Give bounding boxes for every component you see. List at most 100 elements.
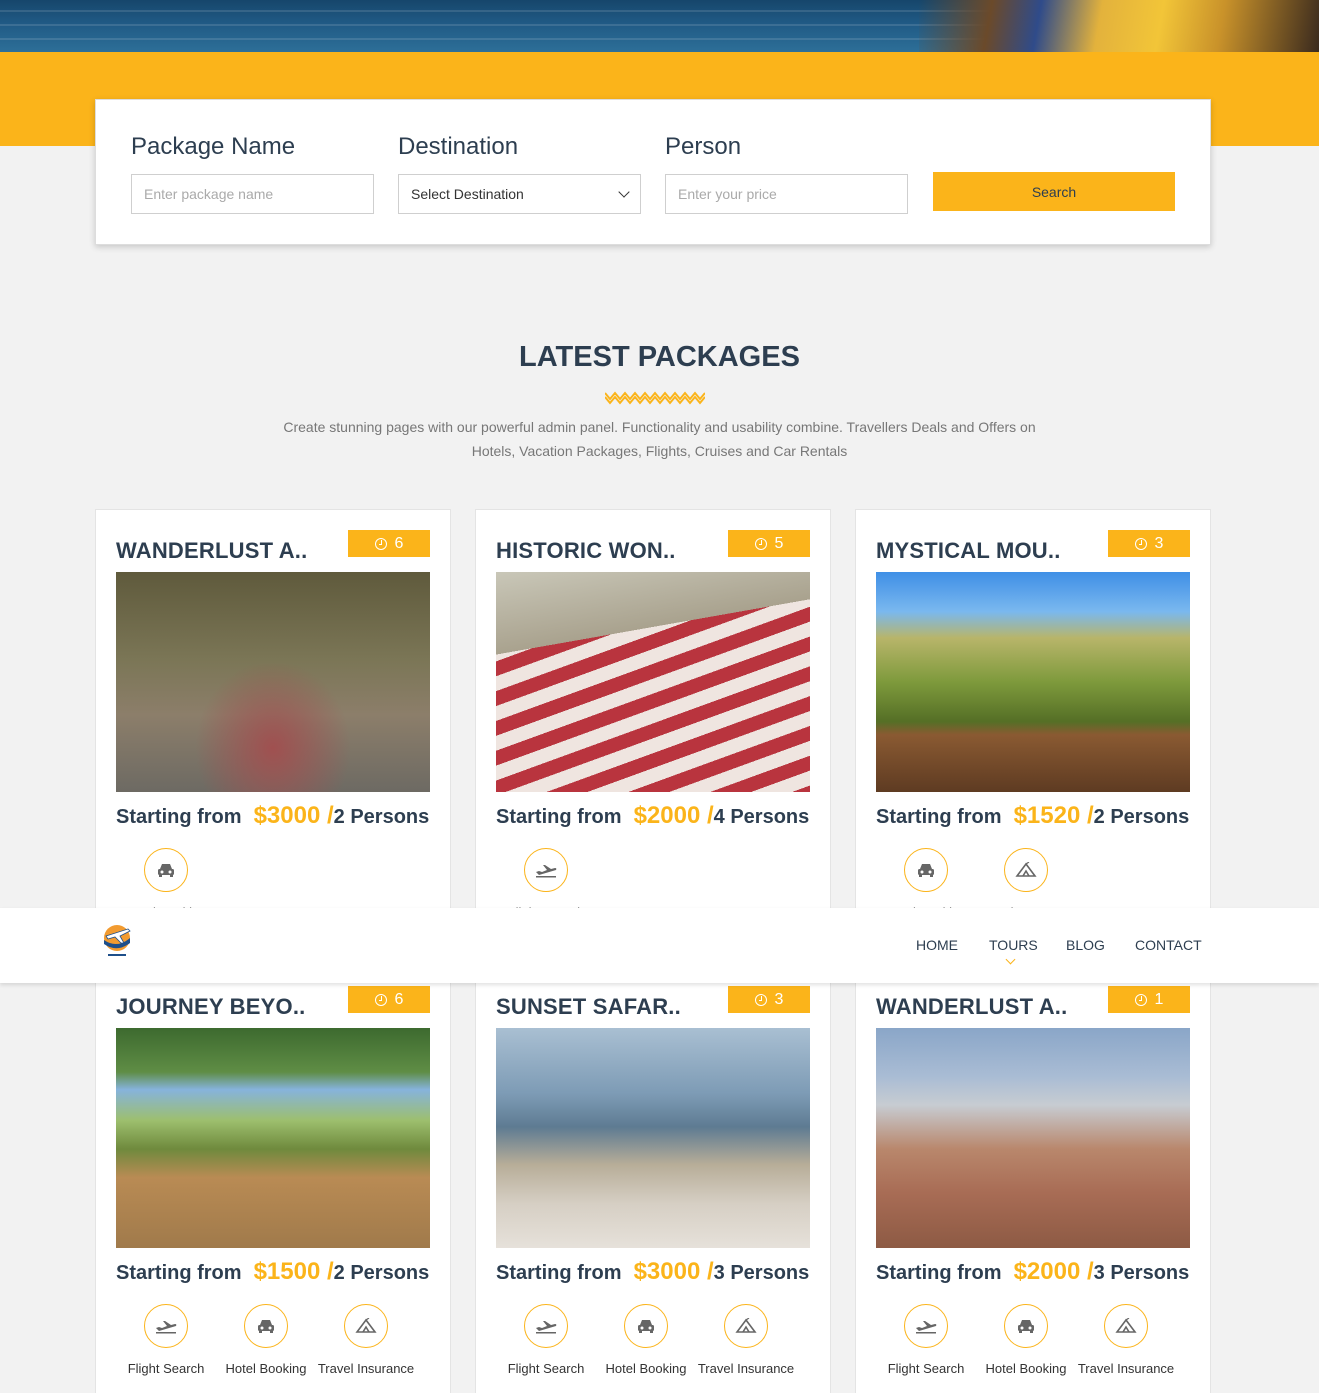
search-button[interactable]: Search xyxy=(933,172,1175,211)
package-card[interactable]: 3 SUNSET SAFAR.. Starting from $3000 /3 Per… xyxy=(475,965,831,1393)
tent-icon xyxy=(724,1304,768,1348)
duration-badge: 3 xyxy=(1108,530,1190,557)
car-icon xyxy=(144,848,188,892)
package-name-label: Package Name xyxy=(131,133,296,160)
plane-icon xyxy=(524,1304,568,1348)
destination-field-group: Destination Select Destination xyxy=(398,132,641,214)
package-photo[interactable] xyxy=(496,1028,810,1248)
nav-home[interactable]: HOME xyxy=(916,937,958,953)
package-price: $3000 / xyxy=(253,802,334,829)
feature-label: Hotel Booking xyxy=(985,1361,1067,1376)
package-title[interactable]: MYSTICAL MOU.. xyxy=(876,538,1061,564)
package-persons: 4 Persons xyxy=(713,806,810,828)
section-description: Create stunning pages with our powerful … xyxy=(283,419,1036,459)
clock-icon xyxy=(1134,537,1147,550)
duration-days: 3 xyxy=(774,990,784,1008)
tent-icon xyxy=(1004,848,1048,892)
duration-badge: 3 xyxy=(728,986,810,1013)
package-features: Flight Search Hotel Booking Travel Insuran… xyxy=(116,1304,430,1376)
person-label: Person xyxy=(665,133,742,160)
package-card[interactable]: 5 HISTORIC WON.. Starting from $2000 /4 Per… xyxy=(475,509,831,969)
starting-from-label: Starting from xyxy=(116,1262,242,1284)
feature-label: Flight Search xyxy=(507,1361,585,1376)
package-photo[interactable] xyxy=(116,1028,430,1248)
feature-label: Travel Insurance xyxy=(317,1361,415,1376)
package-title[interactable]: JOURNEY BEYO.. xyxy=(116,994,305,1020)
price-row: Starting from $2000 /3 Persons xyxy=(876,1258,1189,1290)
price-row: Starting from $3000 /3 Persons xyxy=(496,1258,809,1290)
package-title[interactable]: WANDERLUST A.. xyxy=(116,538,307,564)
plane-icon xyxy=(904,1304,948,1348)
package-card[interactable]: 1 WANDERLUST A.. Starting from $2000 /3 Per… xyxy=(855,965,1211,1393)
price-row: Starting from $1500 /2 Persons xyxy=(116,1258,429,1290)
package-features: Flight Search Hotel Booking Travel Insuran… xyxy=(496,1304,810,1376)
duration-days: 3 xyxy=(1154,534,1164,552)
package-title[interactable]: HISTORIC WON.. xyxy=(496,538,676,564)
chevron-down-icon xyxy=(618,185,630,198)
car-icon xyxy=(244,1304,288,1348)
clock-icon xyxy=(1134,993,1147,1006)
feature-flight-search[interactable]: Flight Search xyxy=(116,1304,216,1376)
feature-label: Flight Search xyxy=(887,1361,965,1376)
duration-badge: 1 xyxy=(1108,986,1190,1013)
package-price: $1520 / xyxy=(1013,802,1094,829)
duration-badge: 6 xyxy=(348,986,430,1013)
car-icon xyxy=(1004,1304,1048,1348)
duration-days: 1 xyxy=(1154,990,1164,1008)
price-row: Starting from $3000 /2 Persons xyxy=(116,802,429,834)
feature-flight-search[interactable]: Flight Search xyxy=(876,1304,976,1376)
nav-contact[interactable]: CONTACT xyxy=(1135,937,1202,953)
package-card[interactable]: 6 JOURNEY BEYO.. Starting from $1500 /2 Per… xyxy=(95,965,451,1393)
clock-icon xyxy=(374,993,387,1006)
chevron-down-icon xyxy=(1005,954,1016,965)
tent-icon xyxy=(1104,1304,1148,1348)
feature-travel-insurance[interactable]: Travel Insurance xyxy=(1076,1304,1176,1376)
feature-hotel-booking[interactable]: Hotel Booking xyxy=(596,1304,696,1376)
hero-image xyxy=(0,0,1319,52)
feature-hotel-booking[interactable]: Hotel Booking xyxy=(976,1304,1076,1376)
feature-label: Hotel Booking xyxy=(225,1361,307,1376)
destination-label: Destination xyxy=(398,133,519,160)
starting-from-label: Starting from xyxy=(116,806,242,828)
plane-icon xyxy=(144,1304,188,1348)
package-price: $1500 / xyxy=(253,1258,334,1285)
nav-tours[interactable]: TOURS xyxy=(989,937,1038,953)
site-logo[interactable] xyxy=(100,923,134,959)
feature-travel-insurance[interactable]: Travel Insurance xyxy=(316,1304,416,1376)
person-field-group: Person xyxy=(665,132,908,214)
starting-from-label: Starting from xyxy=(876,806,1002,828)
package-photo[interactable] xyxy=(876,1028,1190,1248)
package-title[interactable]: WANDERLUST A.. xyxy=(876,994,1067,1020)
package-photo[interactable] xyxy=(876,572,1190,792)
destination-select[interactable]: Select Destination xyxy=(398,174,641,214)
section-title: LATEST PACKAGES xyxy=(519,341,800,373)
package-persons: 3 Persons xyxy=(1093,1262,1190,1284)
feature-travel-insurance[interactable]: Travel Insurance xyxy=(696,1304,796,1376)
nav-blog[interactable]: BLOG xyxy=(1066,937,1105,953)
package-name-input[interactable] xyxy=(131,174,374,214)
package-persons: 3 Persons xyxy=(713,1262,810,1284)
feature-label: Travel Insurance xyxy=(697,1361,795,1376)
package-photo[interactable] xyxy=(116,572,430,792)
feature-label: Flight Search xyxy=(127,1361,205,1376)
package-name-field-group: Package Name xyxy=(131,132,374,214)
package-photo[interactable] xyxy=(496,572,810,792)
feature-flight-search[interactable]: Flight Search xyxy=(496,1304,596,1376)
package-card[interactable]: 3 MYSTICAL MOU.. Starting from $1520 /2 Per… xyxy=(855,509,1211,969)
feature-hotel-booking[interactable]: Hotel Booking xyxy=(216,1304,316,1376)
package-title[interactable]: SUNSET SAFAR.. xyxy=(496,994,681,1020)
starting-from-label: Starting from xyxy=(876,1262,1002,1284)
package-card[interactable]: 6 WANDERLUST A.. Starting from $3000 /2 Per… xyxy=(95,509,451,969)
clock-icon xyxy=(754,537,767,550)
duration-days: 5 xyxy=(774,534,784,552)
starting-from-label: Starting from xyxy=(496,1262,622,1284)
package-search-form: Package Name Destination Select Destinat… xyxy=(95,99,1211,245)
person-input[interactable] xyxy=(665,174,908,214)
car-icon xyxy=(624,1304,668,1348)
main-navbar: HOME TOURS BLOG CONTACT xyxy=(0,908,1319,983)
price-row: Starting from $2000 /4 Persons xyxy=(496,802,809,834)
car-icon xyxy=(904,848,948,892)
zigzag-divider-icon xyxy=(605,391,705,405)
duration-days: 6 xyxy=(394,534,404,552)
duration-badge: 6 xyxy=(348,530,430,557)
